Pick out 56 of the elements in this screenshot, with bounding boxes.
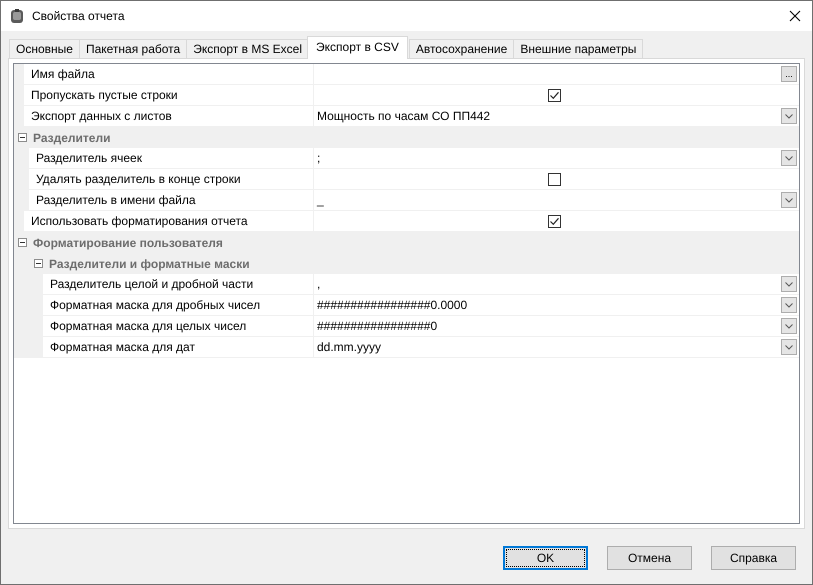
checkbox[interactable] bbox=[548, 214, 560, 228]
property-label: Разделитель ячеек bbox=[35, 150, 142, 167]
dropdown-button[interactable] bbox=[781, 318, 797, 334]
property-value[interactable]: , bbox=[317, 277, 781, 291]
dropdown-button[interactable] bbox=[781, 150, 797, 166]
dialog-button[interactable]: Отмена bbox=[607, 546, 692, 570]
tab[interactable]: Внешние параметры bbox=[513, 39, 644, 58]
chevron-down-icon bbox=[785, 198, 793, 202]
dropdown-button[interactable] bbox=[781, 108, 797, 124]
property-label: Пропускать пустые строки bbox=[30, 87, 178, 104]
collapse-icon[interactable] bbox=[18, 133, 27, 142]
dialog-button[interactable]: Справка bbox=[711, 546, 796, 570]
property-value[interactable]: dd.mm.yyyy bbox=[317, 340, 781, 354]
property-label: Форматная маска для дат bbox=[49, 339, 195, 356]
chevron-down-icon bbox=[785, 156, 793, 160]
category-label: Разделители bbox=[33, 130, 110, 144]
chevron-down-icon bbox=[785, 302, 793, 308]
check-icon bbox=[548, 216, 560, 226]
property-label: Экспорт данных с листов bbox=[30, 108, 172, 125]
chevron-down-icon bbox=[785, 114, 793, 118]
category-label: Форматирование пользователя bbox=[33, 236, 223, 250]
property-label: Использовать форматирования отчета bbox=[30, 213, 248, 230]
property-value[interactable]: Мощность по часам СО ПП442 bbox=[317, 109, 781, 123]
property-label: Разделитель в имени файла bbox=[35, 192, 196, 209]
close-icon[interactable] bbox=[789, 10, 801, 22]
property-label: Форматная маска для целых чисел bbox=[49, 318, 246, 335]
chevron-down-icon bbox=[785, 282, 793, 286]
tab[interactable]: Пакетная работа bbox=[78, 39, 188, 58]
dropdown-button[interactable] bbox=[781, 192, 797, 208]
dropdown-button[interactable] bbox=[781, 297, 797, 313]
property-value[interactable]: ; bbox=[317, 151, 781, 165]
dialog-button[interactable]: OK bbox=[503, 546, 588, 570]
property-value[interactable]: #################0 bbox=[317, 319, 781, 333]
check-icon bbox=[548, 90, 560, 100]
browse-button[interactable]: ... bbox=[781, 66, 797, 82]
window-title: Свойства отчета bbox=[32, 9, 124, 23]
tab[interactable]: Экспорт в CSV bbox=[307, 36, 408, 59]
checkbox[interactable] bbox=[548, 88, 560, 102]
chevron-down-icon bbox=[785, 344, 793, 350]
tab[interactable]: Автосохранение bbox=[408, 39, 514, 58]
chevron-down-icon bbox=[785, 324, 793, 328]
category-label: Разделители и форматные маски bbox=[49, 256, 250, 270]
property-label: Форматная маска для дробных чисел bbox=[49, 297, 260, 314]
property-value[interactable]: #################0.0000 bbox=[317, 298, 781, 312]
property-label: Разделитель целой и дробной части bbox=[49, 276, 254, 293]
property-label: Имя файла bbox=[30, 66, 95, 83]
collapse-icon[interactable] bbox=[18, 238, 27, 247]
checkbox[interactable] bbox=[548, 172, 560, 186]
property-value[interactable]: _ bbox=[317, 193, 781, 207]
app-icon bbox=[9, 8, 25, 24]
collapse-icon[interactable] bbox=[34, 259, 43, 268]
dropdown-button[interactable] bbox=[781, 339, 797, 355]
tab[interactable]: Основные bbox=[9, 39, 80, 58]
property-label: Удалять разделитель в конце строки bbox=[35, 171, 241, 188]
tab[interactable]: Экспорт в MS Excel bbox=[186, 39, 310, 58]
dropdown-button[interactable] bbox=[781, 276, 797, 292]
